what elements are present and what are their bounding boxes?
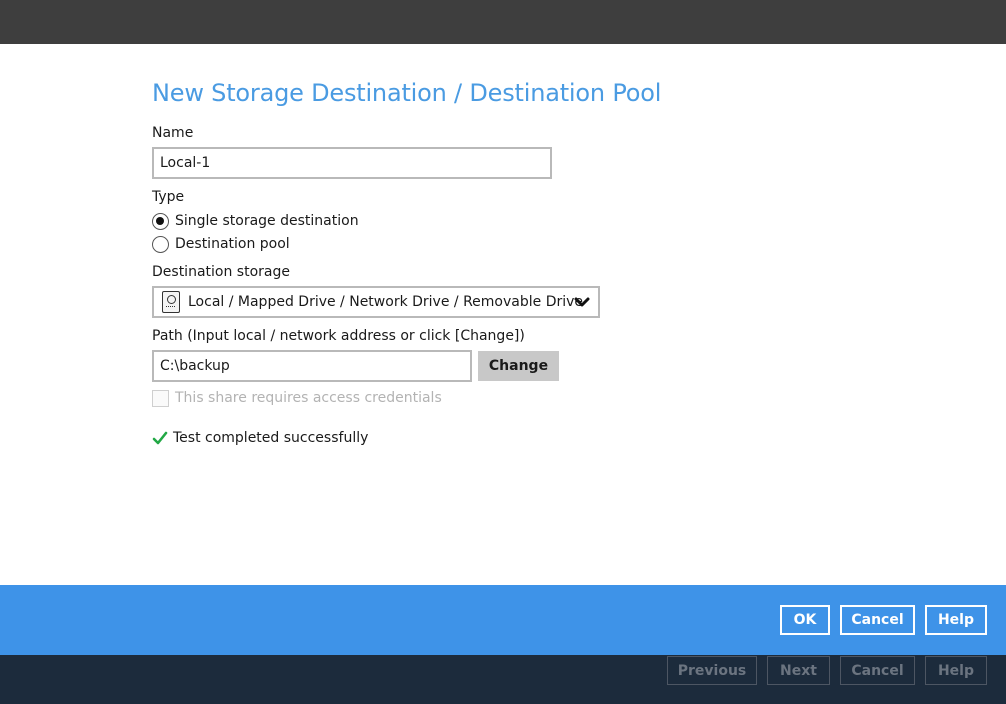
radio-single-destination[interactable]: Single storage destination [152,211,359,231]
radio-button-checked[interactable] [152,212,169,230]
destination-storage-value: Local / Mapped Drive / Network Drive / R… [188,294,584,310]
help-button[interactable]: Help [925,605,987,635]
credentials-label: This share requires access credentials [175,390,442,406]
cancel-button[interactable]: Cancel [840,605,915,635]
credentials-checkbox-row[interactable]: This share requires access credentials [152,388,442,408]
radio-label-single: Single storage destination [175,213,359,229]
wizard-help-button: Help [925,656,987,685]
radio-label-pool: Destination pool [175,236,290,252]
chevron-down-icon[interactable] [574,294,590,310]
credentials-checkbox[interactable] [152,389,169,407]
name-input[interactable] [152,147,552,179]
name-label: Name [152,125,194,141]
status-text: Test completed successfully [173,430,369,446]
test-status: Test completed successfully [152,428,368,448]
radio-destination-pool[interactable]: Destination pool [152,234,290,254]
hard-drive-icon [162,291,180,313]
wizard-next-button: Next [767,656,830,685]
change-button[interactable]: Change [478,351,559,381]
radio-button-unchecked[interactable] [152,235,169,253]
dialog-title: New Storage Destination / Destination Po… [152,79,662,107]
ok-button[interactable]: OK [780,605,830,635]
wizard-previous-button: Previous [667,656,757,685]
destination-storage-label: Destination storage [152,264,290,280]
wizard-cancel-button: Cancel [840,656,915,685]
checkmark-icon [152,431,168,445]
path-label: Path (Input local / network address or c… [152,328,525,344]
type-label: Type [152,189,185,205]
title-bar [0,0,1006,44]
destination-storage-dropdown[interactable]: Local / Mapped Drive / Network Drive / R… [152,286,600,318]
path-input[interactable] [152,350,472,382]
